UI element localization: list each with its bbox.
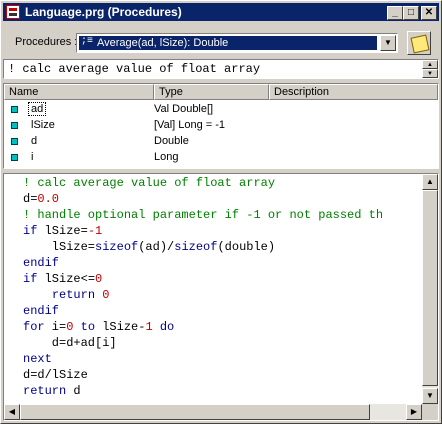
scroll-down-icon[interactable]: ▼: [422, 69, 438, 78]
code-token: d: [66, 384, 81, 398]
code-token: return: [23, 384, 67, 398]
code-line[interactable]: endif: [23, 303, 59, 319]
parameter-name: d: [31, 135, 38, 147]
code-token: sizeof: [95, 240, 139, 254]
code-token: do: [159, 320, 175, 334]
minimize-button[interactable]: _: [387, 6, 403, 20]
chevron-down-icon[interactable]: ▼: [380, 35, 396, 51]
code-line[interactable]: d=d+ad[i]: [23, 335, 117, 351]
scroll-up-icon[interactable]: ▲: [422, 174, 438, 190]
procedures-label: Procedures :: [15, 36, 78, 48]
description-scrollbar[interactable]: ▲ ▼: [422, 60, 438, 78]
code-token: next: [23, 352, 52, 366]
notes-button[interactable]: [407, 31, 431, 55]
description-text: ! calc average value of float array: [8, 62, 261, 76]
parameter-icon: [11, 138, 18, 145]
parameter-type: Long: [154, 151, 179, 163]
parameter-name: i: [31, 151, 34, 163]
vertical-scrollbar[interactable]: ▲ ▼: [422, 174, 438, 404]
code-token: (ad)/: [138, 240, 175, 254]
code-token: for: [23, 320, 45, 334]
code-token: ! calc average value of float array: [23, 176, 276, 190]
code-token: 0: [95, 272, 103, 286]
procedure-toolbar: Procedures : ;≡ Average(ad, lSize): Doub…: [3, 23, 439, 59]
parameter-icon: [11, 106, 18, 113]
code-line[interactable]: if lSize<=0: [23, 271, 102, 287]
procedure-glyph: ;≡: [81, 36, 94, 47]
code-line[interactable]: endif: [23, 255, 59, 271]
code-token: d=d+ad[i]: [23, 336, 117, 350]
column-header-name[interactable]: Name: [4, 84, 154, 100]
column-header-type[interactable]: Type: [154, 84, 269, 100]
code-token: d=d/lSize: [23, 368, 88, 382]
parameter-type: [Val] Long = -1: [154, 119, 226, 131]
code-line[interactable]: ! calc average value of float array: [23, 175, 275, 191]
code-line[interactable]: return d: [23, 383, 81, 399]
parameter-icon: [11, 122, 18, 129]
app-icon: [6, 5, 20, 19]
code-token: 0: [102, 288, 110, 302]
code-token: 0.0: [37, 192, 60, 206]
parameter-row[interactable]: ad Val Double[]: [4, 102, 438, 118]
horizontal-scroll-thumb[interactable]: [20, 404, 370, 420]
parameter-list: Name Type Description ad Val Double[] lS…: [3, 83, 439, 169]
parameter-icon: [11, 154, 18, 161]
code-token: lSize<=: [37, 272, 96, 286]
parameter-type: Val Double[]: [154, 103, 214, 115]
code-token: sizeof: [174, 240, 218, 254]
code-line[interactable]: return 0: [23, 287, 110, 303]
procedure-selected-item[interactable]: ;≡ Average(ad, lSize): Double: [79, 36, 377, 50]
column-header-description[interactable]: Description: [269, 84, 438, 100]
procedure-description[interactable]: ! calc average value of float array ▲ ▼: [3, 59, 439, 79]
code-line[interactable]: for i=0 to lSize-1 do: [23, 319, 174, 335]
code-token: if: [23, 224, 38, 238]
code-line[interactable]: if lSize=-1: [23, 223, 102, 239]
notepad-icon: [410, 34, 430, 54]
parameter-name: lSize: [31, 119, 55, 131]
window-title: Language.prg (Procedures): [25, 5, 182, 19]
code-token: 1: [145, 320, 153, 334]
code-line[interactable]: ! handle optional parameter if -1 or not…: [23, 207, 383, 223]
parameter-row[interactable]: i Long: [4, 150, 438, 166]
close-button[interactable]: ✕: [421, 6, 437, 20]
scroll-down-icon[interactable]: ▼: [422, 388, 438, 404]
code-line[interactable]: lSize=sizeof(ad)/sizeof(double): [23, 239, 275, 255]
parameter-list-header: Name Type Description: [4, 84, 438, 100]
title-bar[interactable]: Language.prg (Procedures) _ □ ✕: [3, 3, 439, 21]
code-token: lSize=: [37, 224, 88, 238]
code-token: return: [51, 288, 96, 302]
code-editor[interactable]: return d d=d/lSize next d=d+ad[i] for i=0 t…: [3, 173, 439, 421]
code-token: to: [80, 320, 96, 334]
code-line[interactable]: d=d/lSize: [23, 367, 88, 383]
procedures-window: Language.prg (Procedures) _ □ ✕ Procedur…: [0, 0, 442, 424]
procedure-select[interactable]: ;≡ Average(ad, lSize): Double ▼: [76, 33, 398, 53]
code-token: (double): [217, 240, 276, 254]
code-line[interactable]: next: [23, 351, 52, 367]
parameter-row[interactable]: d Double: [4, 134, 438, 150]
scroll-right-icon[interactable]: ▶: [406, 404, 422, 420]
scrollbar-corner: [422, 404, 438, 420]
code-token: endif: [23, 256, 60, 270]
code-token: endif: [23, 304, 60, 318]
scroll-up-icon[interactable]: ▲: [422, 60, 438, 69]
code-token: d=: [23, 192, 38, 206]
parameter-name: ad: [27, 102, 47, 116]
procedure-value: Average(ad, lSize): Double: [97, 37, 229, 49]
parameter-type: Double: [154, 135, 189, 147]
code-token: if: [23, 272, 38, 286]
code-line[interactable]: d=0.0: [23, 191, 59, 207]
parameter-row[interactable]: lSize [Val] Long = -1: [4, 118, 438, 134]
code-token: lSize=: [23, 240, 96, 254]
code-token: lSize-: [95, 320, 146, 334]
horizontal-scrollbar[interactable]: ◀ ▶: [4, 404, 422, 420]
maximize-button[interactable]: □: [403, 6, 419, 20]
code-token: i=: [44, 320, 67, 334]
vertical-scroll-thumb[interactable]: [422, 190, 438, 386]
code-token: ! handle optional parameter if -1 or not…: [23, 208, 384, 222]
scroll-left-icon[interactable]: ◀: [4, 404, 20, 420]
code-token: -1: [87, 224, 103, 238]
